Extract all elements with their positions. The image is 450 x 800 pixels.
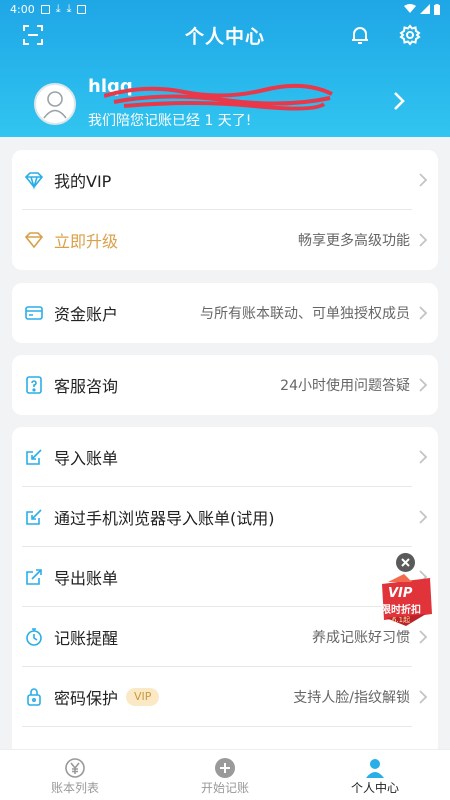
upgrade-row[interactable]: 立即升级 畅享更多高级功能 — [12, 210, 438, 270]
signal-icon — [420, 4, 430, 14]
profile-section[interactable]: hlqq 我们陪您记账已经 1 天了! — [0, 74, 450, 134]
download-icon: ⤓ — [66, 2, 72, 15]
plus-circle-icon — [215, 758, 235, 778]
my-vip-label: 我的VIP — [54, 172, 112, 191]
bell-icon[interactable] — [347, 22, 373, 48]
password-protect-label: 密码保护 — [54, 689, 119, 708]
customer-service-desc: 24小时使用问题答疑 — [280, 378, 410, 394]
tab-start-record[interactable]: 开始记账 — [150, 750, 300, 800]
promo-date-text: 6.1起 — [392, 616, 411, 624]
browser-import-label: 通过手机浏览器导入账单(试用) — [54, 509, 275, 528]
scan-icon[interactable] — [20, 22, 46, 48]
chevron-right-icon — [419, 233, 428, 247]
divider — [22, 726, 412, 727]
settings-gear-icon[interactable] — [397, 22, 423, 48]
fund-account-desc: 与所有账本联动、可单独授权成员 — [200, 306, 410, 322]
browser-import-row[interactable]: 通过手机浏览器导入账单(试用) — [12, 487, 438, 547]
fund-account-card: 资金账户 与所有账本联动、可单独授权成员 — [12, 283, 438, 343]
help-icon — [26, 376, 42, 394]
tab-personal-center[interactable]: 个人中心 — [300, 750, 450, 800]
profile-subtitle: 我们陪您记账已经 1 天了! — [88, 113, 252, 129]
tab-book-list[interactable]: 账本列表 — [0, 750, 150, 800]
page-title: 个人中心 — [184, 25, 265, 48]
fund-account-row[interactable]: 资金账户 与所有账本联动、可单独授权成员 — [12, 283, 438, 343]
export-bill-label: 导出账单 — [54, 569, 119, 588]
bottom-tab-bar: 账本列表 开始记账 个人中心 — [0, 749, 450, 800]
stopwatch-icon — [26, 628, 42, 646]
notification-icon — [77, 4, 87, 14]
export-bill-row[interactable]: 导出账单 — [12, 547, 438, 607]
customer-service-label: 客服咨询 — [54, 377, 119, 396]
password-protect-desc: 支持人脸/指纹解锁 — [293, 690, 410, 706]
chevron-right-icon — [419, 450, 428, 464]
promo-vip-text: VIP — [388, 586, 413, 601]
reminder-label: 记账提醒 — [54, 629, 119, 648]
avatar[interactable] — [34, 83, 76, 125]
wifi-icon — [404, 4, 416, 13]
battery-icon — [434, 3, 440, 15]
tab-label: 账本列表 — [50, 781, 99, 795]
edit-export-icon — [26, 569, 42, 585]
customer-service-row[interactable]: 客服咨询 24小时使用问题答疑 — [12, 355, 438, 415]
import-bill-label: 导入账单 — [54, 449, 119, 468]
fund-account-label: 资金账户 — [54, 305, 119, 324]
edit-import-icon — [26, 449, 42, 465]
diamond-icon — [24, 172, 44, 190]
tab-label: 开始记账 — [200, 781, 249, 795]
chevron-right-icon — [419, 510, 428, 524]
chevron-right-icon — [419, 690, 428, 704]
status-time: 4:00 — [10, 2, 35, 16]
chevron-right-icon — [419, 306, 428, 320]
my-vip-row[interactable]: 我的VIP — [12, 150, 438, 210]
status-bar: 4:00 ⤓ ⤓ — [0, 0, 450, 18]
redaction-scribble — [104, 83, 333, 111]
promo-discount-text: 限时折扣 — [381, 605, 421, 616]
reminder-row[interactable]: 记账提醒 养成记账好习惯 — [12, 607, 438, 667]
upgrade-desc: 畅享更多高级功能 — [298, 233, 410, 249]
lock-icon — [27, 688, 41, 706]
password-protect-row[interactable]: 密码保护 VIP 支持人脸/指纹解锁 — [12, 667, 438, 727]
download-icon: ⤓ — [55, 2, 61, 15]
gold-diamond-icon — [24, 232, 44, 249]
vip-discount-promo[interactable]: VIP 限时折扣 6.1起 — [378, 552, 434, 632]
tools-card: 导入账单 通过手机浏览器导入账单(试用) 导出账单 记账提醒 养成记账好习惯 密… — [12, 427, 438, 757]
chevron-right-icon — [419, 378, 428, 392]
yen-coin-icon — [65, 758, 85, 778]
credit-card-icon — [25, 306, 43, 320]
vip-card: 我的VIP 立即升级 畅享更多高级功能 — [12, 150, 438, 270]
notification-icon — [40, 4, 50, 14]
chevron-right-icon — [394, 92, 405, 110]
import-bill-row[interactable]: 导入账单 — [12, 427, 438, 487]
header: 4:00 ⤓ ⤓ 个人中心 hlqq 我们陪您记账已经 1 天了! — [0, 0, 450, 137]
user-icon — [366, 759, 384, 778]
chevron-right-icon — [419, 173, 428, 187]
customer-service-card: 客服咨询 24小时使用问题答疑 — [12, 355, 438, 415]
vip-badge: VIP — [126, 688, 160, 706]
title-bar: 个人中心 — [0, 18, 450, 52]
tab-label: 个人中心 — [350, 781, 399, 795]
edit-import-icon — [26, 509, 42, 525]
upgrade-label: 立即升级 — [54, 232, 119, 251]
